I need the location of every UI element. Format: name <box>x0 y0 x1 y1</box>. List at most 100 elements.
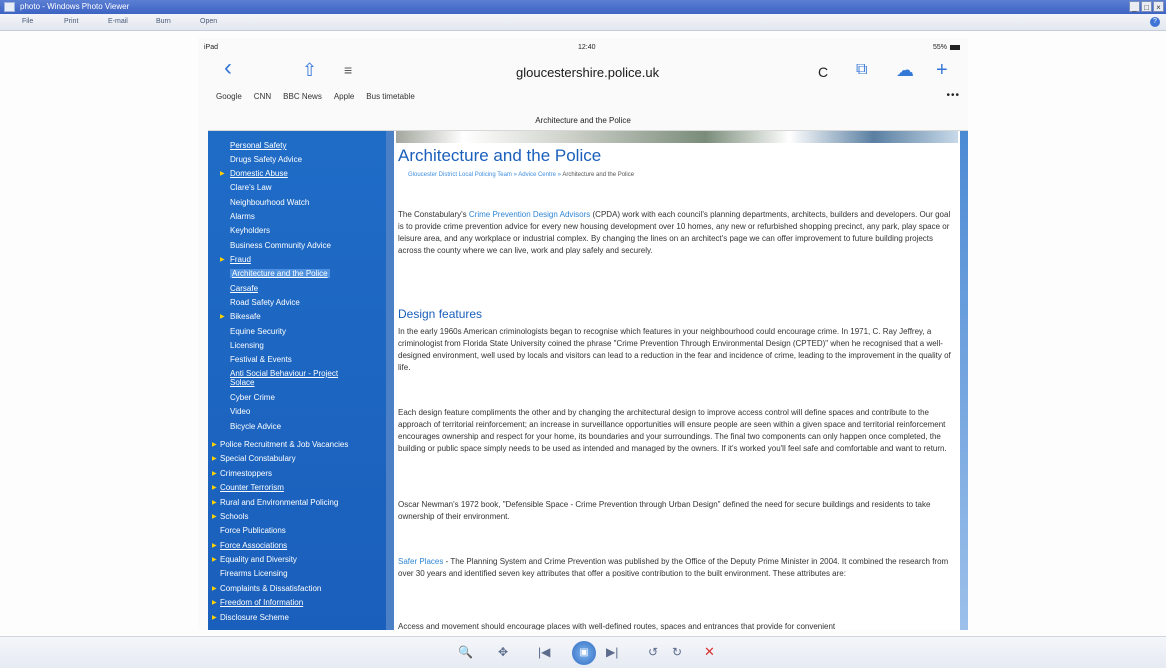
ipad-screen: iPad 12:40 55% ‹ ⇧ ≡ gloucestershire.pol… <box>198 38 968 630</box>
nav-firearms-licensing[interactable]: Firearms Licensing <box>220 569 288 578</box>
bookmarks-icon[interactable]: ⧉ <box>856 58 867 82</box>
nav-equality-diversity[interactable]: Equality and Diversity <box>220 555 297 564</box>
nav-drugs-safety[interactable]: Drugs Safety Advice <box>230 155 302 164</box>
access-paragraph: Access and movement should encourage pla… <box>398 622 836 630</box>
next-icon[interactable]: ▶| <box>606 645 618 659</box>
nav-schools[interactable]: Schools <box>220 512 248 521</box>
window-title: photo - Windows Photo Viewer <box>20 2 130 11</box>
breadcrumb-separator: » <box>513 172 517 178</box>
photo-viewer-window: photo - Windows Photo Viewer _ □ × File … <box>0 0 1166 668</box>
nav-crimestoppers[interactable]: Crimestoppers <box>220 469 272 478</box>
section-heading-design: Design features <box>398 307 483 321</box>
nav-special-constabulary[interactable]: Special Constabulary <box>220 454 296 463</box>
rotate-ccw-icon[interactable]: ↺ <box>648 645 658 659</box>
safer-places-link[interactable]: Safer Places <box>398 557 443 566</box>
minimize-button[interactable]: _ <box>1129 1 1140 12</box>
nav-architecture-police[interactable]: Architecture and the Police <box>230 269 330 278</box>
menu-print[interactable]: Print <box>64 18 78 25</box>
nav-bicycle-advice[interactable]: Bicycle Advice <box>230 422 281 431</box>
nav-fraud[interactable]: Fraud <box>230 255 251 264</box>
help-icon[interactable]: ? <box>1150 17 1160 27</box>
ipad-status-bar: iPad 12:40 55% <box>198 38 968 54</box>
bullet-icon: ▶ <box>220 257 225 263</box>
zoom-icon[interactable]: 🔍 <box>458 645 473 659</box>
share-icon[interactable]: ⇧ <box>302 58 317 82</box>
actual-size-icon[interactable]: ✥ <box>498 645 508 659</box>
new-tab-icon[interactable]: + <box>936 58 948 82</box>
nav-carsafe[interactable]: Carsafe <box>230 284 258 293</box>
previous-icon[interactable]: |◀ <box>538 645 550 659</box>
nav-festival-events[interactable]: Festival & Events <box>230 355 292 364</box>
bookmark-bus-timetable[interactable]: Bus timetable <box>366 92 414 101</box>
bookmark-bbc-news[interactable]: BBC News <box>283 92 322 101</box>
nav-disclosure-scheme[interactable]: Disclosure Scheme <box>220 613 289 622</box>
nav-complaints[interactable]: Complaints & Dissatisfaction <box>220 584 321 593</box>
nav-clares-law[interactable]: Clare's Law <box>230 183 272 192</box>
bullet-icon: ▶ <box>220 171 225 177</box>
nav-force-associations[interactable]: Force Associations <box>220 541 287 550</box>
breadcrumb-link-advice-centre[interactable]: Advice Centre <box>518 172 556 178</box>
bullet-icon: ▶ <box>212 471 217 477</box>
menu-email[interactable]: E-mail <box>108 18 128 25</box>
nav-bikesafe[interactable]: Bikesafe <box>230 312 261 321</box>
maximize-button[interactable]: □ <box>1141 1 1152 12</box>
nav-neighbourhood-watch[interactable]: Neighbourhood Watch <box>230 198 309 207</box>
menu-bar: File Print E-mail Burn Open ? <box>0 14 1166 31</box>
nav-business-community[interactable]: Business Community Advice <box>230 241 331 250</box>
nav-domestic-abuse[interactable]: Domestic Abuse <box>230 169 288 178</box>
left-navigation: Personal Safety Drugs Safety Advice ▶ Do… <box>208 131 386 630</box>
battery-percent: 55% <box>932 44 947 51</box>
address-bar[interactable]: gloucestershire.police.uk <box>516 65 659 80</box>
nav-road-safety[interactable]: Road Safety Advice <box>230 298 300 307</box>
nav-police-recruitment[interactable]: Police Recruitment & Job Vacancies <box>220 440 348 449</box>
reader-icon[interactable]: ≡ <box>344 58 352 82</box>
battery-status: 55% <box>933 44 960 51</box>
safari-toolbar: ‹ ⇧ ≡ gloucestershire.police.uk C ⧉ ☁ + <box>198 56 968 86</box>
nav-freedom-of-information[interactable]: Freedom of Information <box>220 598 303 607</box>
bookmark-apple[interactable]: Apple <box>334 92 354 101</box>
slideshow-button[interactable]: ▣ <box>572 641 596 665</box>
nav-alarms[interactable]: Alarms <box>230 212 255 221</box>
nav-force-publications[interactable]: Force Publications <box>220 526 286 535</box>
nav-personal-safety[interactable]: Personal Safety <box>230 141 286 150</box>
bullet-icon: ▶ <box>212 586 217 592</box>
menu-file[interactable]: File <box>22 18 33 25</box>
bullet-icon: ▶ <box>212 557 217 563</box>
breadcrumb-separator: » <box>557 172 561 178</box>
cloud-tabs-icon[interactable]: ☁ <box>896 58 914 82</box>
menu-open[interactable]: Open <box>200 18 217 25</box>
nav-equine-security[interactable]: Equine Security <box>230 327 286 336</box>
bullet-icon: ▶ <box>212 600 217 606</box>
design-paragraph: In the early 1960s American criminologis… <box>398 327 951 372</box>
nav-cyber-crime[interactable]: Cyber Crime <box>230 393 275 402</box>
nav-rural-environmental[interactable]: Rural and Environmental Policing <box>220 498 338 507</box>
menu-burn[interactable]: Burn <box>156 18 171 25</box>
bullet-icon: ▶ <box>212 500 217 506</box>
battery-icon <box>950 44 960 50</box>
reload-icon[interactable]: C <box>818 64 828 80</box>
back-icon[interactable]: ‹ <box>224 56 232 80</box>
breadcrumb-link-district[interactable]: Gloucester District Local Policing Team <box>408 172 512 178</box>
breadcrumb: Gloucester District Local Policing Team … <box>408 172 634 178</box>
nav-solace[interactable]: Solace <box>230 378 254 387</box>
bullet-icon: ▶ <box>212 514 217 520</box>
nav-keyholders[interactable]: Keyholders <box>230 226 270 235</box>
photo-viewer-icon <box>4 2 15 12</box>
cpda-link[interactable]: Crime Prevention Design Advisors <box>469 210 590 219</box>
bullet-icon: ▶ <box>212 456 217 462</box>
nav-video[interactable]: Video <box>230 407 250 416</box>
rotate-cw-icon[interactable]: ↻ <box>672 645 682 659</box>
bullet-icon: ▶ <box>212 543 217 549</box>
more-icon[interactable]: ••• <box>946 90 960 101</box>
bullet-icon: ▶ <box>220 314 225 320</box>
bullet-icon: ▶ <box>212 442 217 448</box>
delete-icon[interactable]: ✕ <box>704 644 715 660</box>
close-button[interactable]: × <box>1153 1 1164 12</box>
nav-anti-social-behaviour[interactable]: Anti Social Behaviour - Project <box>230 369 338 378</box>
nav-counter-terrorism[interactable]: Counter Terrorism <box>220 483 284 492</box>
nav-licensing[interactable]: Licensing <box>230 341 264 350</box>
nav-scroll-track <box>386 131 394 630</box>
intro-paragraph: The Constabulary's Crime Prevention Desi… <box>398 210 951 255</box>
bookmark-cnn[interactable]: CNN <box>254 92 271 101</box>
bookmark-google[interactable]: Google <box>216 92 242 101</box>
